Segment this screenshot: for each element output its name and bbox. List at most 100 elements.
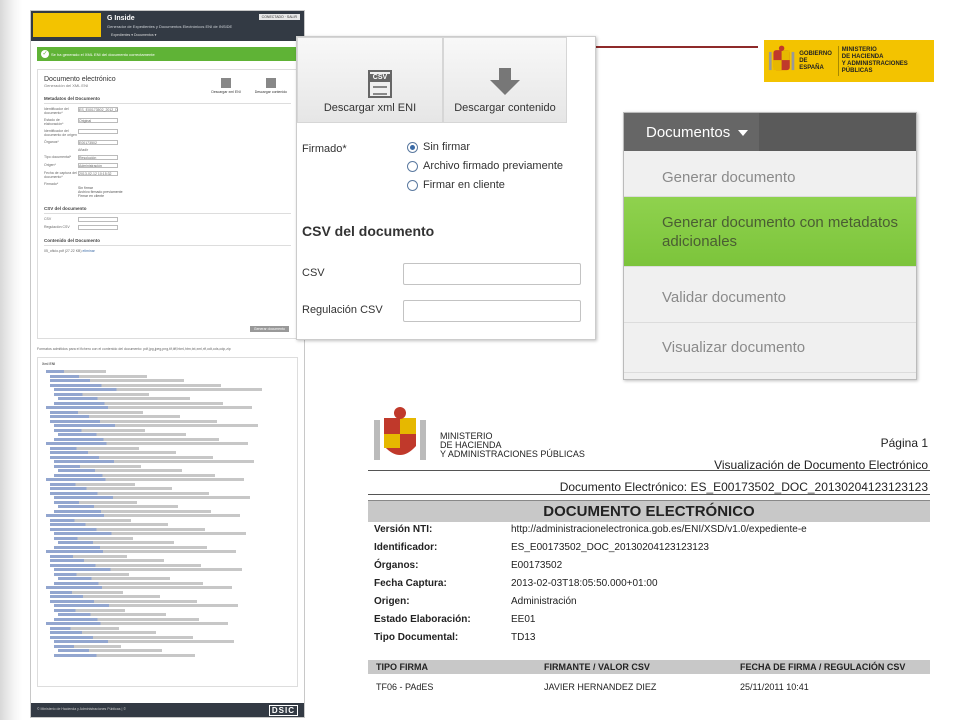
xml-code-line bbox=[54, 496, 250, 499]
app-header: G Inside Generador de Expedientes y Docu… bbox=[31, 11, 304, 41]
download-xml-button[interactable]: CSV Descargar xml ENI bbox=[297, 37, 443, 123]
radio-option[interactable]: Firmar en cliente bbox=[78, 194, 291, 198]
form-field[interactable]: 2013-02-12 10:15:32 bbox=[78, 171, 118, 176]
table-cell: JAVIER HERNANDEZ DIEZ bbox=[544, 682, 657, 692]
download-xml-button[interactable]: Descargar xml ENI bbox=[211, 78, 241, 94]
radio-firmar-cliente[interactable]: Firmar en cliente bbox=[407, 179, 505, 191]
user-menu[interactable]: CONECTADO · SALIR bbox=[258, 14, 300, 20]
xml-code-line bbox=[58, 613, 166, 616]
xml-code-line bbox=[54, 500, 137, 504]
menu-item-generar-metadatos[interactable]: Generar documento con metadatos adiciona… bbox=[624, 197, 916, 267]
success-message: Se ha generado el XML ENI del documento … bbox=[51, 52, 155, 57]
csv-input[interactable] bbox=[78, 217, 118, 222]
xml-code-line bbox=[54, 604, 238, 607]
pdf-view: MINISTERIO DE HACIENDA Y ADMINISTRACIONE… bbox=[366, 384, 934, 720]
xml-code-line bbox=[50, 631, 156, 634]
xml-code-line bbox=[54, 388, 262, 391]
documentos-menu-button[interactable]: Documentos bbox=[624, 113, 759, 151]
content-heading: Contenido del Documento bbox=[44, 238, 291, 246]
xml-code-line bbox=[50, 518, 131, 522]
xml-code-line bbox=[54, 509, 211, 513]
xml-code-line bbox=[54, 572, 129, 576]
form-row: CSV bbox=[44, 217, 291, 222]
xml-code-line bbox=[54, 424, 258, 427]
xml-code-line bbox=[54, 401, 223, 405]
xml-code-line bbox=[50, 559, 164, 562]
xml-code-line bbox=[46, 622, 228, 625]
firmado-label: Firmado* bbox=[302, 143, 347, 155]
check-icon: ✓ bbox=[41, 50, 49, 58]
remove-file-link[interactable]: eliminar bbox=[83, 249, 95, 253]
xml-code-line bbox=[50, 590, 123, 594]
xml-code-line bbox=[50, 415, 180, 418]
gov-logo-line: Y ADMINISTRACIONES PÚBLICAS bbox=[841, 61, 908, 74]
xml-code-line bbox=[54, 608, 125, 612]
app-name: G Inside bbox=[107, 15, 135, 22]
app-nav[interactable]: Expedientes ▾ Documentos ▾ bbox=[111, 33, 156, 37]
generate-button[interactable]: Generar documento bbox=[249, 326, 289, 332]
xml-code-line bbox=[50, 379, 184, 382]
xml-code-line bbox=[58, 469, 182, 472]
form-field[interactable]: Administración bbox=[78, 163, 118, 168]
xml-code-line bbox=[54, 464, 141, 468]
radio-icon bbox=[407, 160, 418, 172]
xml-code-line bbox=[50, 374, 147, 378]
column-header: TIPO FIRMA bbox=[376, 662, 428, 672]
form-row: Identificador del documento de origen bbox=[44, 129, 291, 137]
xml-code-line bbox=[54, 644, 121, 648]
menu-item-generar-documento[interactable]: Generar documento bbox=[624, 159, 916, 197]
document-panel: Documento electrónico Generación del XML… bbox=[37, 69, 298, 339]
form-field[interactable]: Original bbox=[78, 118, 118, 123]
add-organ-button[interactable]: Añadir bbox=[78, 148, 291, 152]
form-field[interactable]: Resolución bbox=[78, 155, 118, 160]
pdf-banner: DOCUMENTO ELECTRÓNICO bbox=[368, 500, 930, 522]
xml-code-line bbox=[54, 536, 133, 540]
xml-code-line bbox=[50, 523, 168, 526]
gov-logo-line: DE HACIENDA bbox=[841, 54, 884, 60]
page-number: Página 1 bbox=[880, 436, 928, 450]
form-row: Fecha de captura del documento* 2013-02-1… bbox=[44, 171, 291, 179]
coat-of-arms-icon bbox=[768, 45, 795, 71]
formats-note: Formatos admitidos para el fichero con e… bbox=[37, 347, 231, 351]
radio-archivo-firmado[interactable]: Archivo firmado previamente bbox=[407, 160, 563, 172]
form-row: Estado de elaboración* Original bbox=[44, 118, 291, 126]
xml-code-line bbox=[54, 392, 149, 396]
xml-code-line bbox=[46, 442, 248, 445]
menu-item-validar-documento[interactable]: Validar documento bbox=[624, 273, 916, 323]
gov-logo-line: MINISTERIO bbox=[841, 47, 877, 53]
gov-logo-line: DE ESPAÑA bbox=[799, 57, 824, 71]
csv-regulation-input[interactable] bbox=[78, 225, 118, 230]
regulacion-csv-input[interactable] bbox=[403, 300, 581, 322]
xml-heading: Xml ENI bbox=[42, 362, 56, 366]
caret-down-icon bbox=[738, 130, 749, 137]
download-arrow-icon bbox=[490, 68, 520, 95]
xml-code-line bbox=[50, 410, 143, 414]
csv-input[interactable] bbox=[403, 263, 581, 285]
form-field[interactable] bbox=[78, 129, 118, 134]
xml-code-line bbox=[54, 460, 254, 463]
xml-code-line bbox=[50, 455, 213, 459]
xml-code-line bbox=[50, 383, 221, 387]
menu-item-visualizar-documento[interactable]: Visualizar documento bbox=[624, 323, 916, 373]
radio-sin-firmar[interactable]: Sin firmar bbox=[407, 141, 470, 153]
pdf-view-title: Visualización de Documento Electrónico bbox=[714, 458, 928, 472]
xml-code-line bbox=[50, 554, 127, 558]
footer-text: © Ministerio de Hacienda y Administracio… bbox=[37, 707, 126, 711]
form-field[interactable]: ES_E00173502_2012_D bbox=[78, 107, 118, 112]
xml-code-line bbox=[54, 545, 207, 549]
xml-code-line bbox=[54, 617, 199, 621]
csv-file-icon: CSV bbox=[368, 70, 392, 98]
xml-code-line bbox=[58, 649, 162, 652]
csv-label: CSV bbox=[302, 267, 325, 279]
xml-panel: Xml ENI bbox=[37, 357, 298, 687]
signatures-table-header: TIPO FIRMA FIRMANTE / VALOR CSV FECHA DE… bbox=[368, 660, 930, 674]
xml-code-line bbox=[46, 586, 232, 589]
form-field[interactable]: E00173502 bbox=[78, 140, 118, 145]
form-row: Identificador del documento* ES_E00173502… bbox=[44, 107, 118, 115]
xml-code-line bbox=[46, 514, 240, 517]
download-content-button[interactable]: Descargar contenido bbox=[443, 37, 567, 123]
xml-code-line bbox=[58, 505, 178, 508]
xml-code-line bbox=[46, 370, 106, 373]
download-content-button[interactable]: Descargar contenido bbox=[255, 78, 287, 94]
table-cell: 25/11/2011 10:41 bbox=[740, 682, 809, 692]
